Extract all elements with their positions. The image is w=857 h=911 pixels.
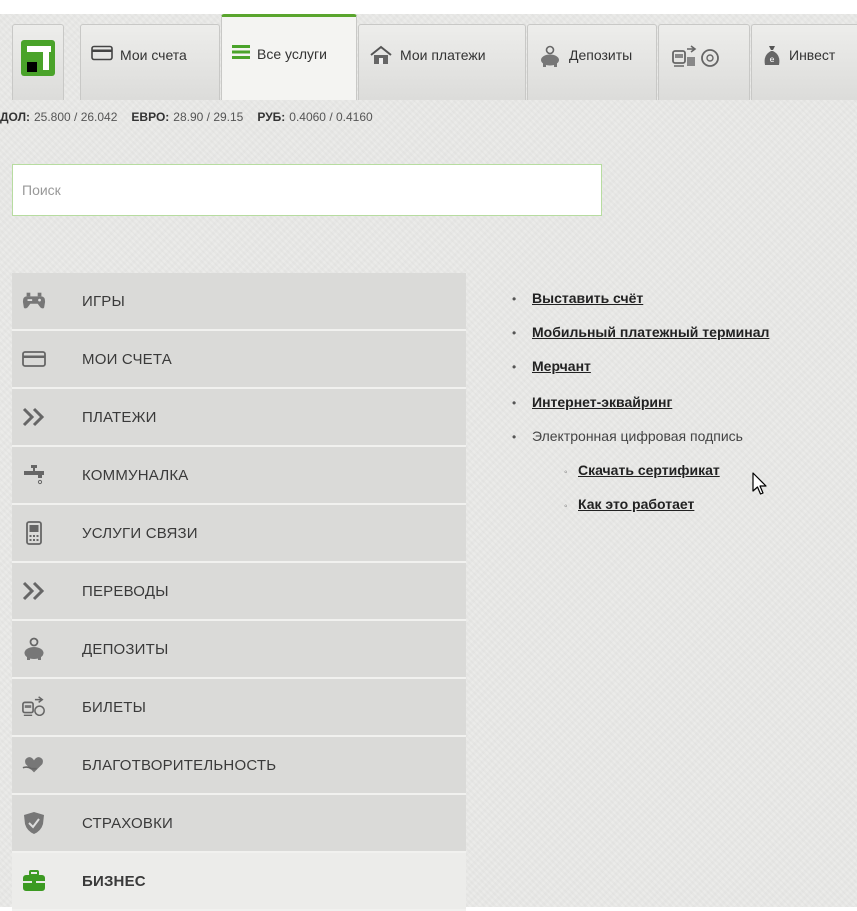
link-row-how-it-works: ◦ Как это работает <box>564 496 695 512</box>
rub-value: 0.4060 / 0.4160 <box>289 110 373 124</box>
menu-item-label: ИГРЫ <box>82 292 125 310</box>
heart-hand-icon <box>22 753 46 777</box>
invoice-link[interactable]: Выставить счёт <box>532 290 643 306</box>
link-row-mobile-terminal: • Мобильный платежный терминал <box>512 324 770 340</box>
tab-label: Мои счета <box>120 47 187 63</box>
menu-item-utilities[interactable]: КОММУНАЛКА <box>12 447 466 505</box>
tab-label: Мои платежи <box>400 47 486 63</box>
menu-item-label: ДЕПОЗИТЫ <box>82 640 169 658</box>
menu-item-deposits[interactable]: ДЕПОЗИТЫ <box>12 621 466 679</box>
piggy-bank-icon <box>22 637 46 661</box>
e-signature-label: Электронная цифровая подпись <box>532 428 743 444</box>
svg-text:e: e <box>770 55 775 64</box>
menu-item-label: ПЛАТЕЖИ <box>82 408 157 426</box>
faucet-icon <box>22 463 46 487</box>
how-it-works-link[interactable]: Как это работает <box>578 496 694 512</box>
tab-home-logo[interactable] <box>12 24 64 100</box>
link-row-invoice: • Выставить счёт <box>512 290 644 306</box>
gamepad-icon <box>22 289 46 313</box>
services-menu: ИГРЫ МОИ СЧЕТА ПЛАТЕЖИ КОММУНАЛКА УСЛУГИ… <box>12 273 466 911</box>
double-chevron-icon <box>22 405 46 429</box>
tab-my-payments[interactable]: Мои платежи <box>358 24 526 100</box>
tab-deposits[interactable]: Депозиты <box>527 24 657 100</box>
link-row-acquiring: • Интернет-эквайринг <box>512 394 673 410</box>
menu-item-label: БИЗНЕС <box>82 872 146 890</box>
link-row-e-signature: • Электронная цифровая подпись <box>512 428 743 444</box>
eur-value: 28.90 / 29.15 <box>173 110 244 124</box>
money-bag-icon: e <box>762 45 782 70</box>
menu-item-business[interactable]: БИЗНЕС <box>12 853 466 911</box>
download-cert-link[interactable]: Скачать сертификат <box>578 462 720 478</box>
card-icon <box>91 45 113 64</box>
menu-item-games[interactable]: ИГРЫ <box>12 273 466 331</box>
eur-label: ЕВРО: <box>131 110 170 124</box>
link-row-merchant: • Мерчант <box>512 358 591 374</box>
mobile-terminal-link[interactable]: Мобильный платежный терминал <box>532 324 769 340</box>
menu-item-payments[interactable]: ПЛАТЕЖИ <box>12 389 466 447</box>
menu-item-insurance[interactable]: СТРАХОВКИ <box>12 795 466 853</box>
tab-all-services[interactable]: Все услуги <box>221 14 357 100</box>
menu-item-label: БЛАГОТВОРИТЕЛЬНОСТЬ <box>82 756 277 774</box>
double-chevron-icon <box>22 579 46 603</box>
menu-item-transfers[interactable]: ПЕРЕВОДЫ <box>12 563 466 621</box>
tab-my-accounts[interactable]: Мои счета <box>80 24 220 100</box>
menu-item-charity[interactable]: БЛАГОТВОРИТЕЛЬНОСТЬ <box>12 737 466 795</box>
rub-label: РУБ: <box>257 110 286 124</box>
menu-item-tickets[interactable]: БИЛЕТЫ <box>12 679 466 737</box>
briefcase-icon <box>22 869 46 893</box>
bank-logo-icon <box>21 40 55 76</box>
house-icon <box>369 45 393 68</box>
tab-tickets[interactable] <box>658 24 750 100</box>
tab-label: Депозиты <box>569 47 633 63</box>
acquiring-link[interactable]: Интернет-эквайринг <box>532 394 672 410</box>
piggy-bank-icon <box>538 45 562 70</box>
card-icon <box>22 347 46 371</box>
menu-item-label: СТРАХОВКИ <box>82 814 174 832</box>
top-strip <box>0 0 857 14</box>
merchant-link[interactable]: Мерчант <box>532 358 591 374</box>
menu-item-label: МОИ СЧЕТА <box>82 350 172 368</box>
tickets-icon <box>671 45 721 72</box>
menu-item-telecom[interactable]: УСЛУГИ СВЯЗИ <box>12 505 466 563</box>
menu-item-my-accounts[interactable]: МОИ СЧЕТА <box>12 331 466 389</box>
tickets-icon <box>22 695 46 719</box>
menu-item-label: БИЛЕТЫ <box>82 698 147 716</box>
menu-lines-icon <box>232 44 250 63</box>
tab-invest[interactable]: e Инвест <box>751 24 857 100</box>
exchange-rates: ДОЛ: 25.800 / 26.042 ЕВРО: 28.90 / 29.15 РУБ… <box>0 110 373 124</box>
menu-item-label: ПЕРЕВОДЫ <box>82 582 169 600</box>
usd-label: ДОЛ: <box>0 110 30 124</box>
page-background: Мои счета Все услуги Мои платежи Депозит… <box>0 0 857 911</box>
mouse-cursor-icon <box>752 472 768 501</box>
menu-item-label: УСЛУГИ СВЯЗИ <box>82 524 198 542</box>
menu-item-label: КОММУНАЛКА <box>82 466 189 484</box>
tab-label: Инвест <box>789 47 836 63</box>
phone-icon <box>22 521 46 545</box>
usd-value: 25.800 / 26.042 <box>34 110 118 124</box>
search-input[interactable] <box>12 164 602 216</box>
tab-label: Все услуги <box>257 46 327 62</box>
shield-icon <box>22 811 46 835</box>
link-row-download-cert: ◦ Скачать сертификат <box>564 462 720 478</box>
